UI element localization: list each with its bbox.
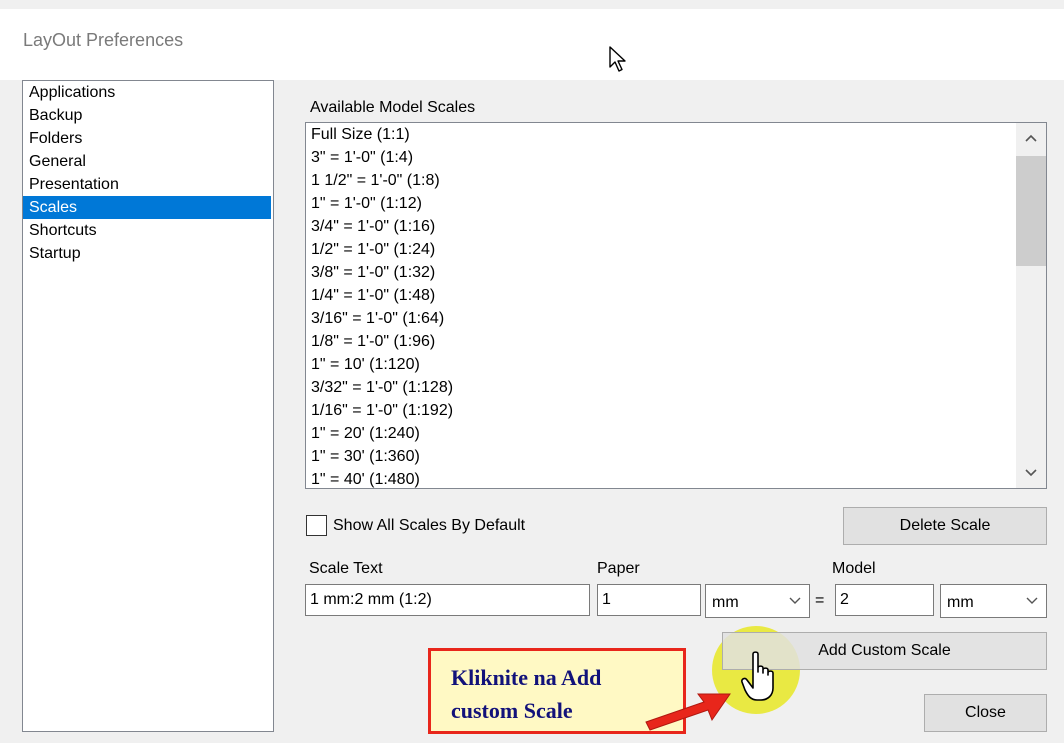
- chevron-down-icon[interactable]: [1016, 458, 1046, 488]
- title-bar: LayOut Preferences: [0, 0, 1064, 80]
- paper-unit-select[interactable]: mm: [705, 584, 810, 618]
- nav-item-startup[interactable]: Startup: [23, 242, 273, 265]
- scale-list-item[interactable]: 1" = 30' (1:360): [306, 445, 1046, 468]
- model-value-input[interactable]: 2: [835, 584, 934, 616]
- scale-text-input[interactable]: 1 mm:2 mm (1:2): [305, 584, 590, 616]
- chevron-down-icon: [1026, 593, 1038, 612]
- scale-text-label: Scale Text: [309, 560, 383, 577]
- paper-value-input[interactable]: 1: [597, 584, 701, 616]
- window-title: LayOut Preferences: [23, 30, 184, 50]
- title-bar-top-strip: [0, 0, 1064, 9]
- show-all-scales-label: Show All Scales By Default: [333, 517, 526, 534]
- chevron-down-icon: [789, 593, 801, 612]
- nav-item-applications[interactable]: Applications: [23, 81, 273, 104]
- nav-item-shortcuts[interactable]: Shortcuts: [23, 219, 273, 242]
- available-scales-list[interactable]: Full Size (1:1) 3" = 1'-0" (1:4) 1 1/2" = …: [305, 122, 1047, 489]
- equals-sign: =: [815, 592, 825, 609]
- scale-list-item[interactable]: 3/32" = 1'-0" (1:128): [306, 376, 1046, 399]
- scale-list-item[interactable]: 3/16" = 1'-0" (1:64): [306, 307, 1046, 330]
- nav-item-backup[interactable]: Backup: [23, 104, 273, 127]
- scale-list-item[interactable]: Full Size (1:1): [306, 123, 1046, 146]
- paper-unit-value: mm: [712, 594, 739, 611]
- scale-list-item[interactable]: 3/4" = 1'-0" (1:16): [306, 215, 1046, 238]
- scale-list-item[interactable]: 1/2" = 1'-0" (1:24): [306, 238, 1046, 261]
- scale-list-item[interactable]: 1" = 10' (1:120): [306, 353, 1046, 376]
- show-all-scales-checkbox[interactable]: [306, 515, 327, 536]
- hand-cursor-icon: [741, 651, 774, 701]
- scale-list-item[interactable]: 1/8" = 1'-0" (1:96): [306, 330, 1046, 353]
- model-unit-select[interactable]: mm: [940, 584, 1047, 618]
- close-button[interactable]: Close: [924, 694, 1047, 732]
- red-arrow-icon: [645, 693, 731, 731]
- mouse-arrow-icon: [609, 46, 626, 72]
- scale-list-item[interactable]: 1 1/2" = 1'-0" (1:8): [306, 169, 1046, 192]
- scale-list-item[interactable]: 1" = 1'-0" (1:12): [306, 192, 1046, 215]
- preferences-category-list[interactable]: Applications Backup Folders General Pres…: [22, 80, 274, 732]
- model-unit-value: mm: [947, 594, 974, 611]
- nav-item-folders[interactable]: Folders: [23, 127, 273, 150]
- model-label: Model: [832, 560, 876, 577]
- scale-list-item[interactable]: 3/8" = 1'-0" (1:32): [306, 261, 1046, 284]
- nav-item-scales[interactable]: Scales: [23, 196, 271, 219]
- scale-list-item[interactable]: 1/4" = 1'-0" (1:48): [306, 284, 1046, 307]
- paper-label: Paper: [597, 560, 640, 577]
- nav-item-general[interactable]: General: [23, 150, 273, 173]
- scale-list-item[interactable]: 1" = 20' (1:240): [306, 422, 1046, 445]
- scale-list-item[interactable]: 1/16" = 1'-0" (1:192): [306, 399, 1046, 422]
- scale-list-item[interactable]: 3" = 1'-0" (1:4): [306, 146, 1046, 169]
- available-scales-heading: Available Model Scales: [310, 99, 476, 116]
- nav-item-presentation[interactable]: Presentation: [23, 173, 273, 196]
- delete-scale-button[interactable]: Delete Scale: [843, 507, 1047, 545]
- chevron-up-icon[interactable]: [1016, 123, 1046, 153]
- scale-list-item[interactable]: 1" = 40' (1:480): [306, 468, 1046, 488]
- scales-scrollbar[interactable]: [1016, 123, 1046, 488]
- scroll-thumb[interactable]: [1016, 156, 1046, 266]
